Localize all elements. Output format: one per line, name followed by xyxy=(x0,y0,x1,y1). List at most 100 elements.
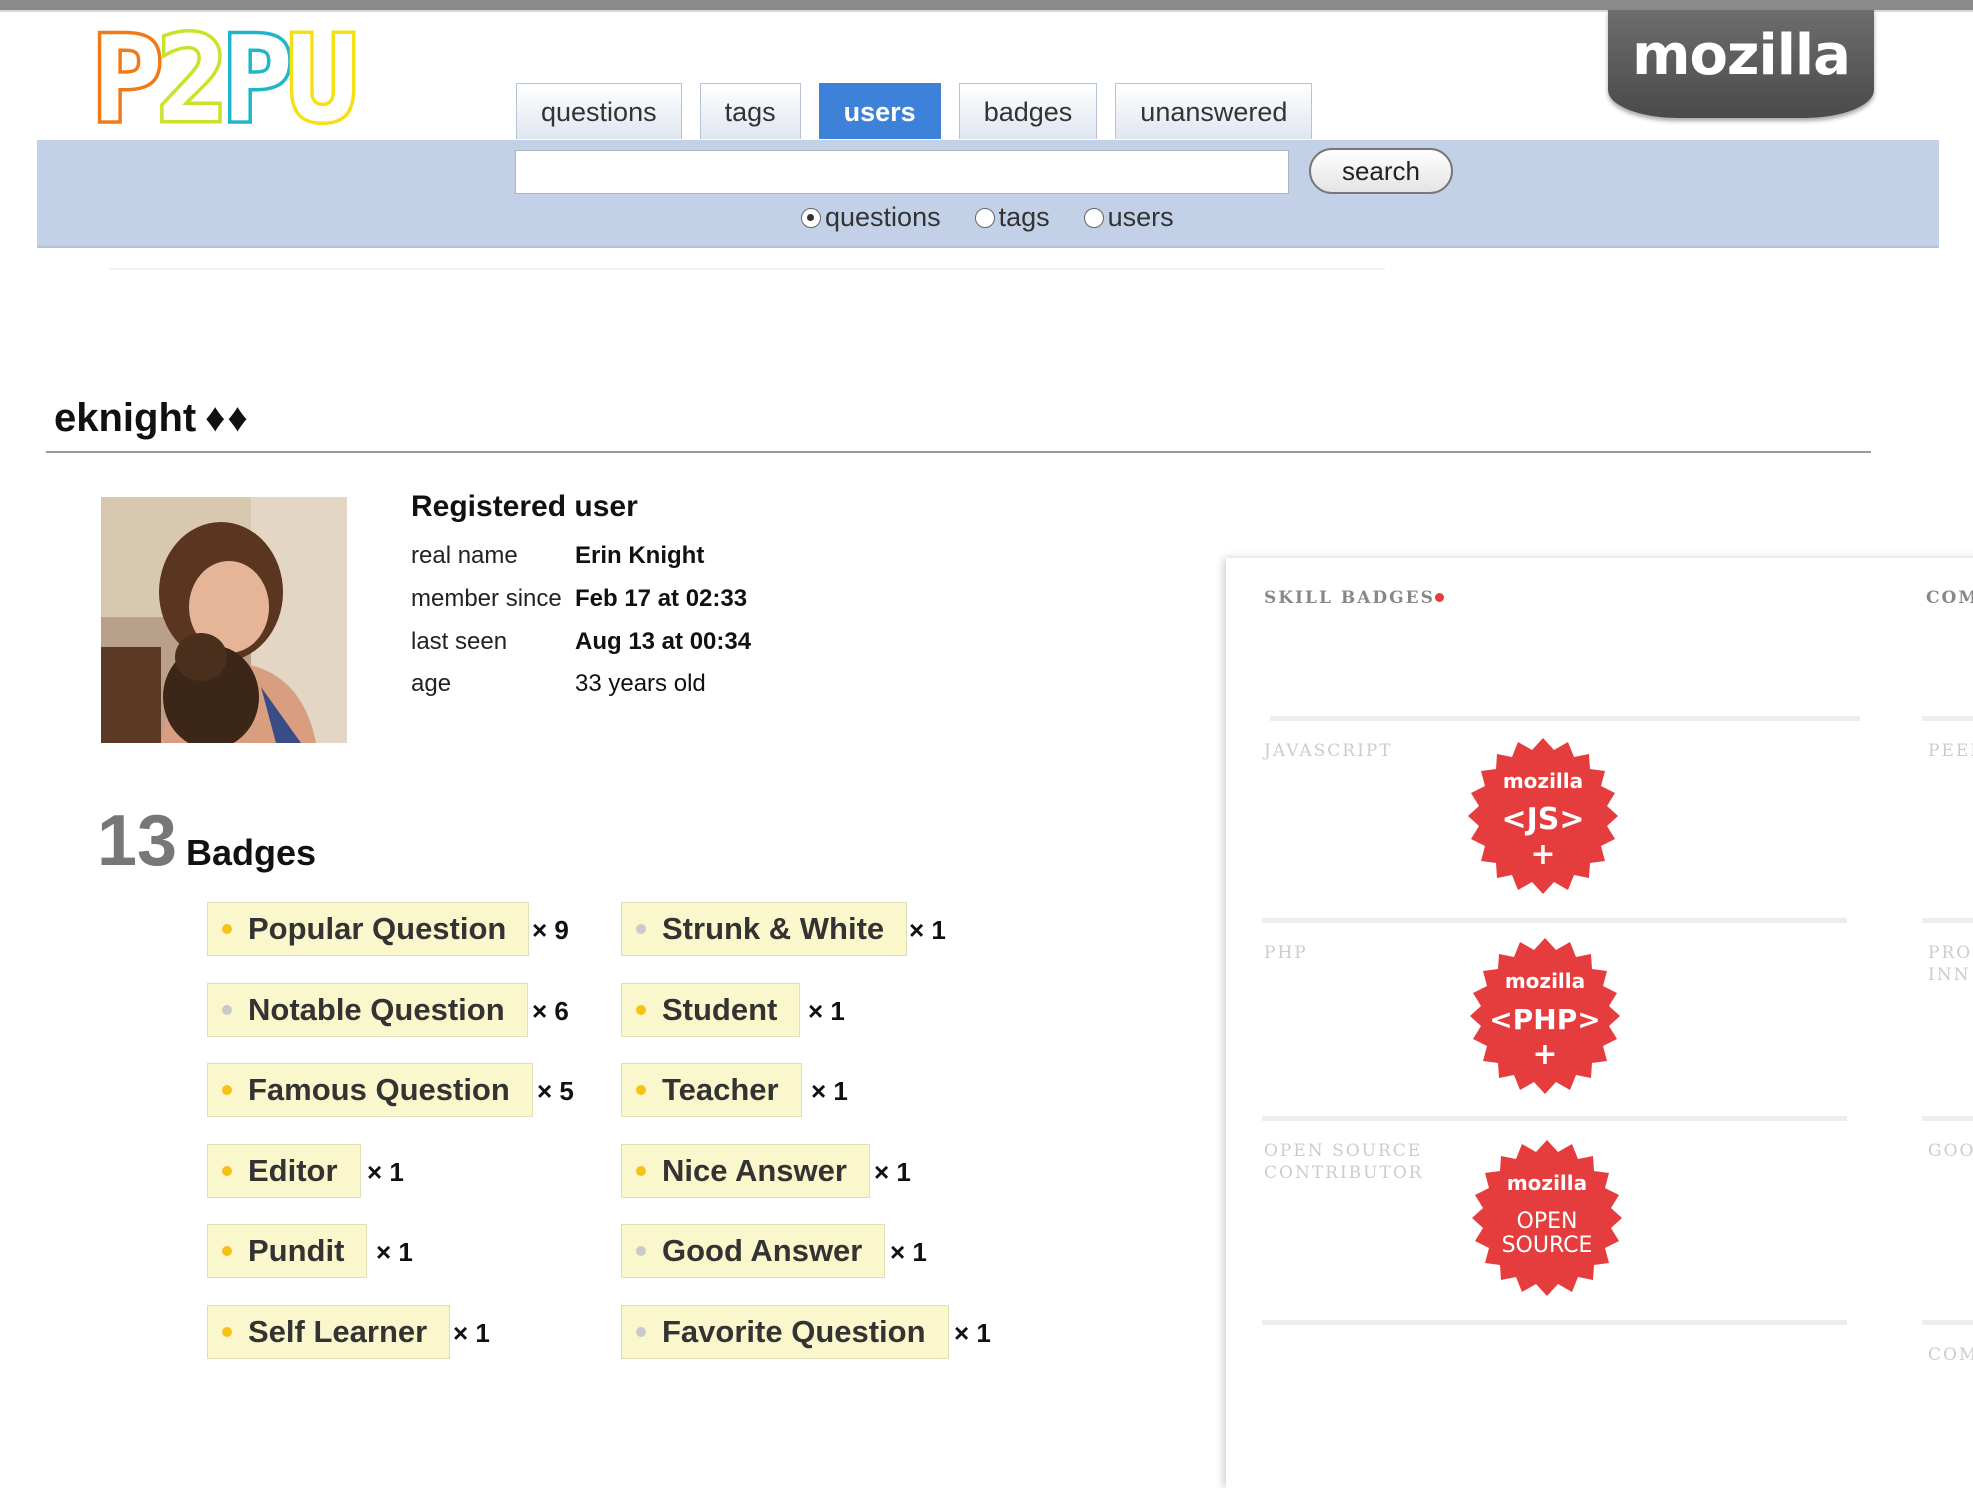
field-label: age xyxy=(411,670,452,697)
badge-student[interactable]: Student xyxy=(621,983,801,1037)
silver-badge-icon xyxy=(636,924,646,934)
badge-multiplier: × 1 xyxy=(811,1076,848,1106)
gold-badge-icon xyxy=(222,1166,232,1176)
badge-multiplier: × 1 xyxy=(376,1237,413,1267)
seal-sub-text: SOURCE xyxy=(1502,1233,1593,1258)
search-input[interactable] xyxy=(515,150,1289,194)
gold-badge-icon xyxy=(222,1327,232,1337)
seal-top-text: mozilla xyxy=(1507,1171,1587,1195)
divider xyxy=(1270,716,1860,721)
gold-badge-icon xyxy=(222,1085,232,1095)
divider xyxy=(1922,1320,1973,1325)
badge-self-learner[interactable]: Self Learner xyxy=(207,1305,451,1359)
scope-label: questions xyxy=(825,202,941,232)
open-source-skill-badge-icon[interactable]: mozilla OPEN SOURCE xyxy=(1462,1138,1632,1308)
scope-tags-radio[interactable]: tags xyxy=(974,202,1050,233)
field-value: Aug 13 at 00:34 xyxy=(575,628,752,655)
badge-pundit[interactable]: Pundit xyxy=(207,1224,368,1278)
search-button[interactable]: search xyxy=(1309,148,1453,194)
scope-label: tags xyxy=(998,202,1050,232)
mozilla-tab[interactable]: mozilla xyxy=(1608,10,1874,118)
badge-good-answer[interactable]: Good Answer xyxy=(621,1224,886,1278)
javascript-skill-badge-icon[interactable]: mozilla <JS> + xyxy=(1458,736,1628,906)
second-column-heading: COM xyxy=(1926,588,1973,608)
gold-badge-icon xyxy=(636,1005,646,1015)
info-row-member-since: member since Feb 17 at 02:33 xyxy=(411,585,747,613)
tab-badges[interactable]: badges xyxy=(958,83,1098,139)
badge-editor[interactable]: Editor xyxy=(207,1144,361,1198)
seal-main-text: <JS> xyxy=(1501,802,1584,837)
badge-multiplier: × 1 xyxy=(874,1157,911,1187)
scope-users-radio[interactable]: users xyxy=(1083,202,1174,233)
badge-multiplier: × 5 xyxy=(537,1076,574,1106)
top-border xyxy=(0,0,1973,10)
logo-letter-2: 2 xyxy=(154,10,232,148)
info-row-last-seen: last seen Aug 13 at 00:34 xyxy=(411,628,751,656)
badge-multiplier: × 1 xyxy=(909,915,946,945)
badge-count: 13 xyxy=(97,801,178,881)
field-label: last seen xyxy=(411,628,508,655)
divider xyxy=(110,268,1385,270)
badge-multiplier: × 9 xyxy=(532,915,569,945)
badge-nice-answer[interactable]: Nice Answer xyxy=(621,1144,870,1198)
info-row-real-name: real name Erin Knight xyxy=(411,542,704,570)
field-label: member since xyxy=(411,585,562,612)
side-label: GOO xyxy=(1928,1141,1973,1161)
avatar xyxy=(101,497,347,743)
badge-name: Famous Question xyxy=(248,1072,510,1107)
main-nav-tabs: questions tags users badges unanswered xyxy=(516,83,1313,139)
silver-badge-icon xyxy=(222,1005,232,1015)
side-label: PEEI xyxy=(1928,741,1973,761)
badge-teacher[interactable]: Teacher xyxy=(621,1063,802,1117)
info-row-age: age 33 years old xyxy=(411,670,706,698)
badge-notable-question[interactable]: Notable Question xyxy=(207,983,528,1037)
skill-badges-panel: SKILL BADGES COM JAVASCRIPT PEEI mozilla… xyxy=(1226,558,1973,1488)
badge-name: Nice Answer xyxy=(662,1153,847,1188)
badges-heading: Badges xyxy=(186,832,317,873)
divider xyxy=(1922,716,1973,721)
gold-badge-icon xyxy=(636,1085,646,1095)
field-value: Feb 17 at 02:33 xyxy=(575,585,748,612)
scope-label: users xyxy=(1107,202,1174,232)
skill-label-javascript: JAVASCRIPT xyxy=(1264,741,1393,761)
page-title: eknight xyxy=(54,396,197,440)
seal-sub-text: + xyxy=(1532,1037,1557,1072)
status-dot-icon xyxy=(1435,593,1444,602)
gold-badge-icon xyxy=(222,1246,232,1256)
p2pu-logo[interactable]: P 2 P U xyxy=(88,10,361,148)
title-divider xyxy=(46,451,1871,453)
user-status: Registered user xyxy=(411,490,638,523)
badge-name: Popular Question xyxy=(248,911,507,946)
badge-name: Strunk & White xyxy=(662,911,885,946)
divider xyxy=(1262,918,1847,923)
gold-badge-icon xyxy=(222,924,232,934)
gold-badge-icon xyxy=(636,1166,646,1176)
skill-label-open-source-contributor: OPEN SOURCE CONTRIBUTOR xyxy=(1264,1141,1424,1183)
badge-popular-question[interactable]: Popular Question xyxy=(207,902,530,956)
divider xyxy=(1262,1320,1847,1325)
silver-badge-icon xyxy=(636,1327,646,1337)
badge-multiplier: × 1 xyxy=(367,1157,404,1187)
badge-famous-question[interactable]: Famous Question xyxy=(207,1063,533,1117)
badge-multiplier: × 6 xyxy=(532,996,569,1026)
badge-multiplier: × 1 xyxy=(954,1318,991,1348)
field-value: Erin Knight xyxy=(575,542,705,569)
tab-questions[interactable]: questions xyxy=(516,83,682,139)
radio-unselected-icon xyxy=(974,207,995,228)
badge-favorite-question[interactable]: Favorite Question xyxy=(621,1305,949,1359)
tab-tags[interactable]: tags xyxy=(699,83,801,139)
search-scope-options: questions tags users xyxy=(801,202,1174,233)
badge-name: Self Learner xyxy=(248,1314,428,1349)
seal-sub-text: + xyxy=(1530,837,1555,872)
badge-multiplier: × 1 xyxy=(453,1318,490,1348)
skill-badges-heading: SKILL BADGES xyxy=(1264,588,1435,608)
tab-unanswered[interactable]: unanswered xyxy=(1115,83,1313,139)
divider xyxy=(1922,918,1973,923)
badge-strunk-white[interactable]: Strunk & White xyxy=(621,902,908,956)
php-skill-badge-icon[interactable]: mozilla <PHP> + xyxy=(1460,936,1630,1106)
skill-label-php: PHP xyxy=(1264,943,1308,963)
tab-users[interactable]: users xyxy=(818,83,941,139)
scope-questions-radio[interactable]: questions xyxy=(801,202,941,233)
radio-unselected-icon xyxy=(1083,207,1104,228)
silver-badge-icon xyxy=(636,1246,646,1256)
